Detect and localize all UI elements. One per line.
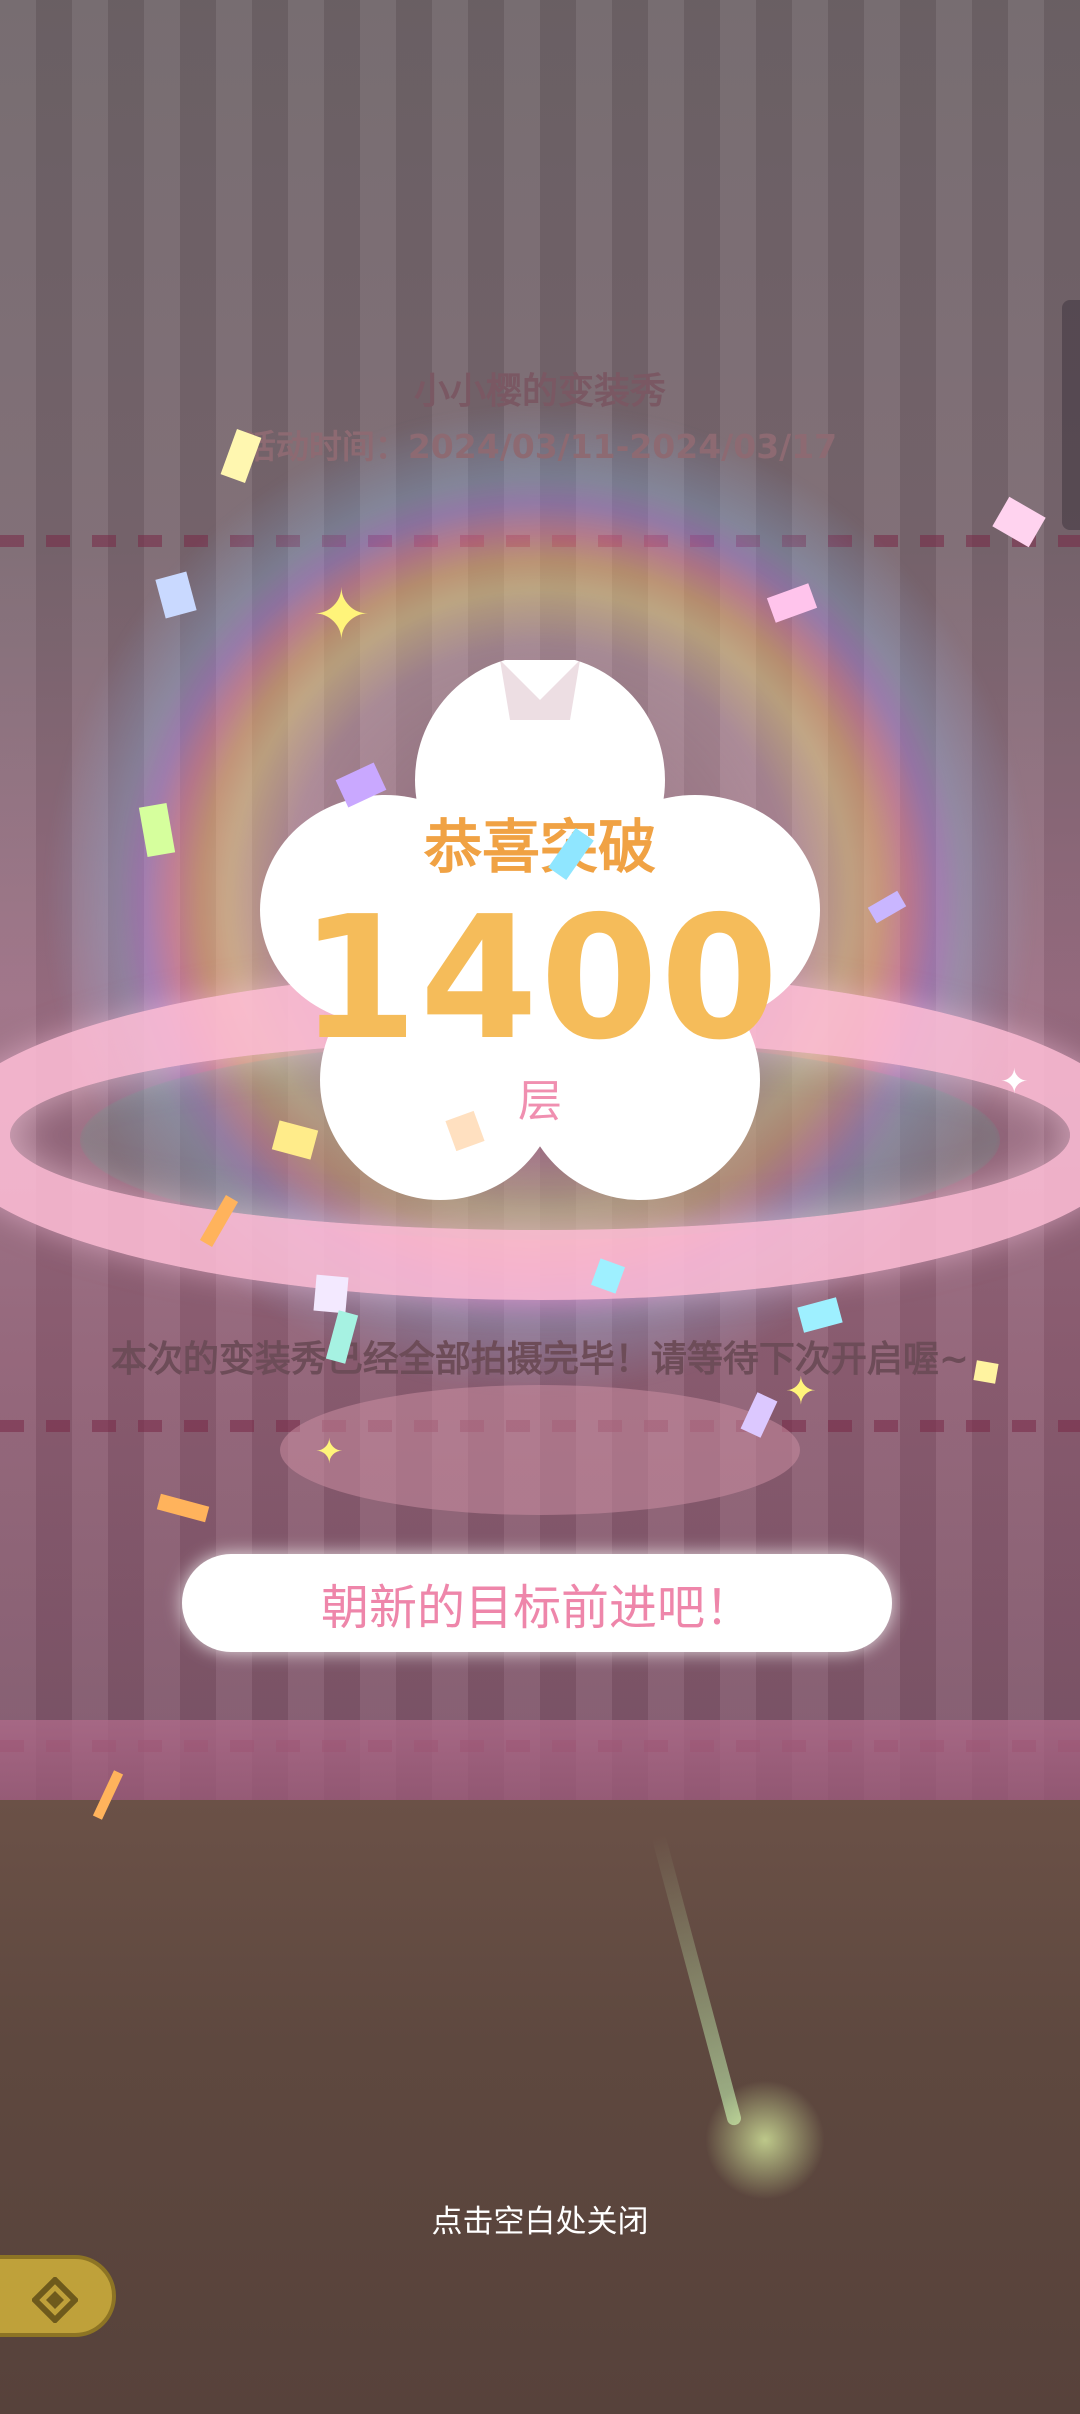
confetti-piece xyxy=(973,1360,999,1384)
floor-count: 1400 xyxy=(299,880,781,1078)
stage-floor xyxy=(0,1800,1080,2414)
flower-shadow xyxy=(280,1385,800,1515)
event-ended-notice: 本次的变装秀已经全部拍摄完毕！请等待下次开启喔~ xyxy=(110,1339,970,1380)
next-goal-button[interactable]: 朝新的目标前进吧！ xyxy=(182,1554,892,1652)
side-tab xyxy=(1062,300,1080,530)
confetti-piece xyxy=(313,1274,349,1314)
floor-unit: 层 xyxy=(518,1076,562,1127)
event-period: 活动时间：2024/03/11-2024/03/17 xyxy=(242,427,838,466)
sparkle-icon: ✦ xyxy=(315,1432,344,1472)
sparkle-icon: ✦ xyxy=(785,1369,817,1413)
dismiss-overlay[interactable]: 小小樱的变装秀 活动时间：2024/03/11-2024/03/17 恭喜突破 … xyxy=(0,0,1080,2414)
close-hint: 点击空白处关闭 xyxy=(431,2204,649,2240)
sparkle-icon: ✦ xyxy=(312,574,371,656)
event-title: 小小樱的变装秀 xyxy=(413,371,666,412)
back-button[interactable] xyxy=(0,2255,116,2337)
sparkle-icon: ✦ xyxy=(1000,1062,1029,1102)
diamond-back-icon xyxy=(32,2277,78,2323)
light-glow xyxy=(705,2080,825,2200)
